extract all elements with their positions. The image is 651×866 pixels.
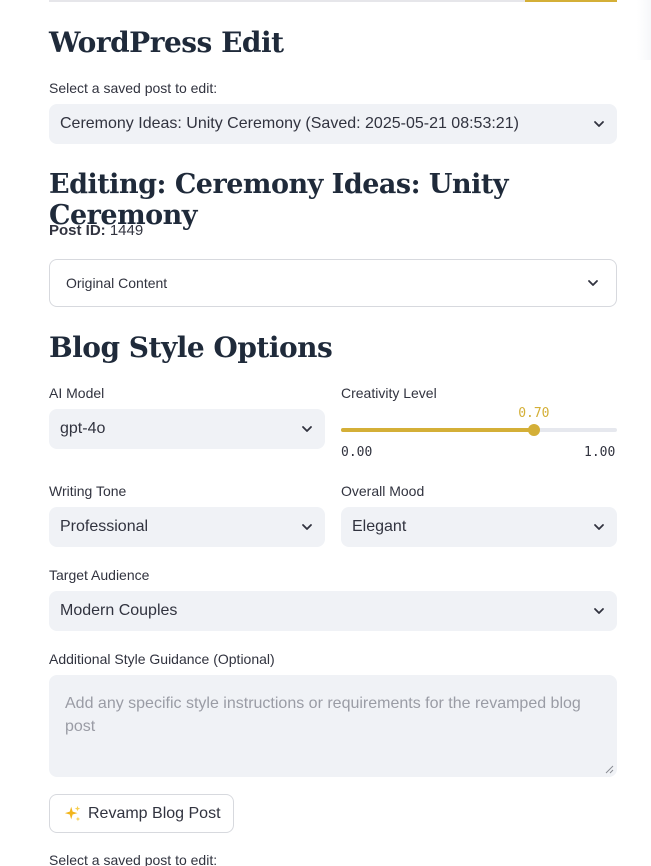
chevron-down-icon <box>300 422 314 436</box>
target-audience-label: Target Audience <box>49 567 150 583</box>
chevron-down-icon <box>592 520 606 534</box>
ai-model-label: AI Model <box>49 385 105 401</box>
creativity-slider[interactable] <box>341 424 617 436</box>
post-select[interactable]: Ceremony Ideas: Unity Ceremony (Saved: 2… <box>49 104 617 144</box>
post-select-label: Select a saved post to edit: <box>49 80 218 96</box>
chevron-down-icon <box>592 117 606 131</box>
target-audience-value: Modern Couples <box>60 602 178 619</box>
ai-model-select[interactable]: gpt-4o <box>49 409 325 449</box>
guidance-textarea[interactable]: Add any specific style instructions or r… <box>49 675 617 777</box>
original-content-expander[interactable]: Original Content <box>49 259 617 307</box>
overall-mood-value: Elegant <box>352 518 407 535</box>
creativity-value: 0.70 <box>518 406 550 421</box>
creativity-label: Creativity Level <box>341 385 437 401</box>
guidance-placeholder: Add any specific style instructions or r… <box>65 695 581 735</box>
page-title: WordPress Edit <box>49 26 284 59</box>
post-id-line: Post ID: 1449 <box>49 222 143 239</box>
chevron-down-icon <box>586 276 600 290</box>
post-id-value: 1449 <box>109 222 144 239</box>
sparkles-icon <box>64 805 81 821</box>
chevron-down-icon <box>300 520 314 534</box>
guidance-label: Additional Style Guidance (Optional) <box>49 651 275 667</box>
revamp-button-label: Revamp Blog Post <box>88 804 221 822</box>
style-options-title: Blog Style Options <box>49 331 333 364</box>
target-audience-select[interactable]: Modern Couples <box>49 591 617 631</box>
post-select-value: Ceremony Ideas: Unity Ceremony (Saved: 2… <box>60 115 519 132</box>
tab-active-indicator <box>525 0 617 2</box>
footer-post-select-label: Select a saved post to edit: <box>49 852 218 866</box>
overall-mood-label: Overall Mood <box>341 483 425 499</box>
writing-tone-value: Professional <box>60 518 149 535</box>
revamp-blog-post-button[interactable]: Revamp Blog Post <box>49 794 234 833</box>
creativity-max: 1.00 <box>584 445 616 460</box>
original-content-label: Original Content <box>66 275 168 291</box>
creativity-slider-fill <box>341 428 535 432</box>
overall-mood-select[interactable]: Elegant <box>341 507 617 547</box>
writing-tone-label: Writing Tone <box>49 483 127 499</box>
writing-tone-select[interactable]: Professional <box>49 507 325 547</box>
resize-handle-icon[interactable] <box>604 764 614 774</box>
tab-underline <box>49 0 617 2</box>
ai-model-value: gpt-4o <box>60 420 106 437</box>
creativity-min: 0.00 <box>341 445 373 460</box>
post-id-label: Post ID: <box>49 222 106 239</box>
chevron-down-icon <box>592 604 606 618</box>
creativity-slider-thumb[interactable] <box>528 424 541 436</box>
scroll-shadow <box>637 0 651 60</box>
